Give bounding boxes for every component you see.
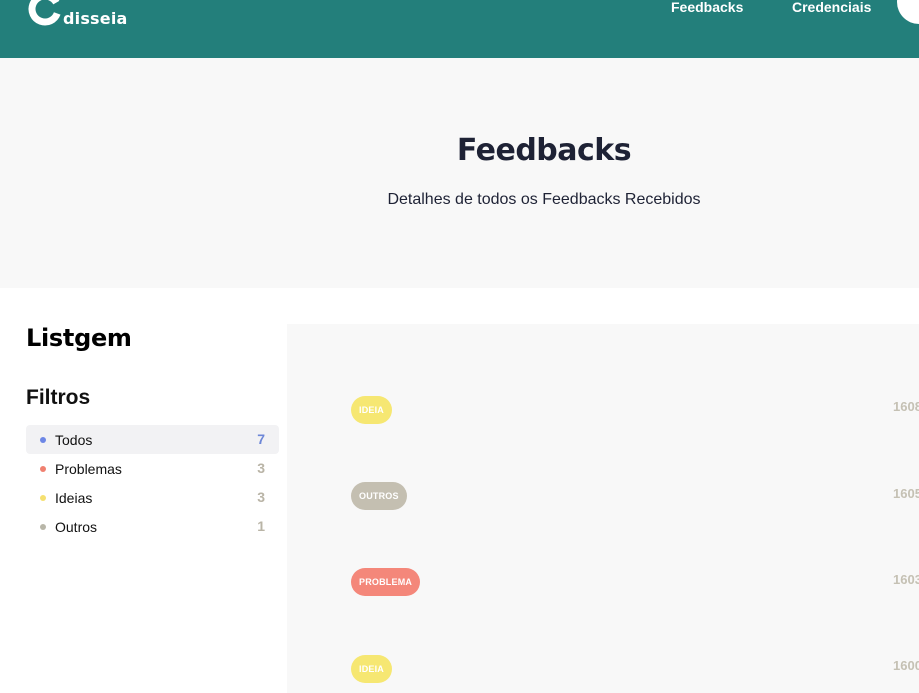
- nav-link-feedbacks[interactable]: Feedbacks: [671, 0, 743, 14]
- filter-count: 1: [257, 518, 265, 534]
- filter-dot-icon: [40, 524, 46, 530]
- filter-item-ideias[interactable]: Ideias 3: [26, 483, 279, 512]
- feedback-type-badge[interactable]: OUTROS: [351, 482, 407, 510]
- feedback-type-badge[interactable]: PROBLEMA: [351, 568, 421, 596]
- filter-label: Problemas: [55, 461, 122, 477]
- filter-dot-icon: [40, 437, 46, 443]
- filter-item-problemas[interactable]: Problemas 3: [26, 454, 279, 483]
- list-heading: Listgem: [26, 324, 132, 352]
- logo-ring-icon: [28, 0, 62, 26]
- user-avatar[interactable]: [897, 0, 919, 24]
- filter-dot-icon: [40, 466, 46, 472]
- top-navbar: disseia Feedbacks Credenciais: [0, 0, 919, 58]
- feedback-type-badge[interactable]: IDEIA: [351, 396, 393, 424]
- nav-link-credenciais[interactable]: Credenciais: [792, 0, 871, 14]
- feedback-id: 1603: [893, 572, 919, 587]
- filter-count: 3: [257, 489, 265, 505]
- filter-label: Ideias: [55, 490, 93, 506]
- filter-label: Outros: [55, 519, 98, 535]
- filter-count: 3: [257, 460, 265, 476]
- hero-section: Feedbacks Detalhes de todos os Feedbacks…: [0, 58, 919, 288]
- page-subtitle: Detalhes de todos os Feedbacks Recebidos: [387, 191, 701, 208]
- feedback-id: 1600: [893, 658, 919, 673]
- page-title: Feedbacks: [456, 133, 632, 168]
- filter-count: 7: [257, 431, 265, 447]
- filter-list: Todos 7 Problemas 3 Ideias 3 Outros 1: [26, 425, 279, 541]
- feedback-list: IDEIA 1608 OUTROS 1605 PROBLEMA 1603 IDE…: [287, 324, 919, 693]
- filter-dot-icon: [40, 495, 46, 501]
- filter-label: Todos: [55, 432, 93, 448]
- feedback-id: 1605: [893, 486, 919, 501]
- feedback-id: 1608: [893, 399, 919, 414]
- brand-name: disseia: [63, 9, 128, 28]
- filter-item-todos[interactable]: Todos 7: [26, 425, 279, 454]
- filter-item-outros[interactable]: Outros 1: [26, 512, 279, 541]
- feedback-type-badge[interactable]: IDEIA: [351, 655, 393, 683]
- filters-heading: Filtros: [26, 386, 91, 409]
